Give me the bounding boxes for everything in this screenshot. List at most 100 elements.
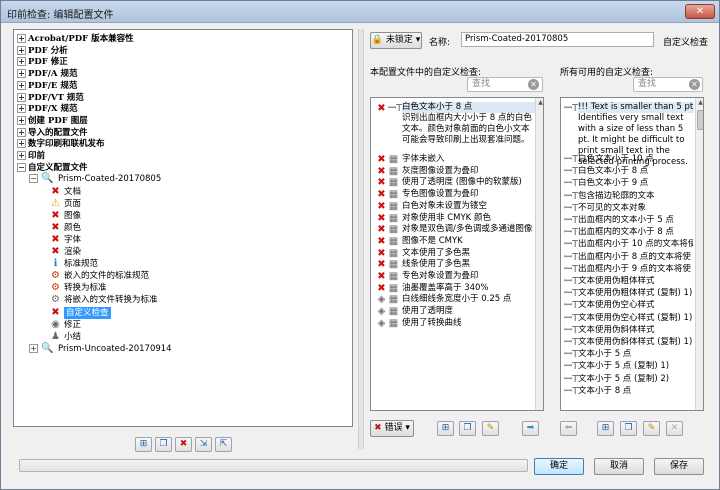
- tree-child-item[interactable]: ✖ 自定义检查: [14, 306, 344, 319]
- profile-check-item[interactable]: ✖ ▦ 油墨覆盖率高于 340%: [371, 283, 533, 294]
- available-check-item[interactable]: ꟷT 出血框内的文本小于 5 点: [561, 215, 693, 226]
- profile-check-item[interactable]: ✖ ▦ 使用了透明度 (图像中的软蒙版): [371, 177, 533, 188]
- available-check-item[interactable]: ꟷT 白色文本小于 8 点: [561, 166, 693, 177]
- tree-item[interactable]: + PDF/E 规范: [14, 80, 344, 92]
- tree-profile-uncoated[interactable]: + 🔍 Prism-Uncoated-20170914: [14, 343, 344, 355]
- profile-check-item[interactable]: ◈ ▦ 使用了转换曲线: [371, 318, 533, 329]
- profile-check-item[interactable]: ✖ ▦ 白色对象未设置为镂空: [371, 201, 533, 212]
- right-delete-button[interactable]: ✕: [666, 421, 683, 436]
- profile-check-item[interactable]: ✖ ▦ 专色图像设置为叠印: [371, 189, 533, 200]
- expand-icon[interactable]: +: [17, 115, 26, 125]
- left-add-button[interactable]: ⊞: [437, 421, 454, 436]
- expand-icon[interactable]: +: [17, 80, 26, 90]
- available-check-item[interactable]: ꟷT 文本使用伪斜体样式 (复制) 1): [561, 337, 693, 348]
- tree-duplicate-button[interactable]: ❐: [155, 437, 172, 452]
- lock-dropdown[interactable]: 🔒 未锁定 ▾: [370, 32, 422, 49]
- expand-icon[interactable]: +: [17, 57, 26, 67]
- selected-check-label[interactable]: 白色文本小于 8 点: [402, 102, 538, 113]
- tree-child-item[interactable]: ⚙ 转换为标准: [14, 282, 344, 294]
- collapse-icon[interactable]: −: [29, 174, 38, 184]
- tree-delete-button[interactable]: ✖: [175, 437, 192, 452]
- scroll-up-arrow[interactable]: ▲: [696, 98, 703, 107]
- close-button[interactable]: ✕: [685, 4, 715, 19]
- panel-splitter[interactable]: [358, 29, 364, 449]
- available-check-item[interactable]: ꟷT 文本小于 5 点 (复制) 2): [561, 374, 693, 385]
- available-check-item[interactable]: ꟷT 出血框内小于 9 点的文本将使: [561, 264, 693, 275]
- expand-icon[interactable]: +: [17, 127, 26, 137]
- available-check-item[interactable]: ꟷT 文本使用伪空心样式 (复制) 1): [561, 313, 693, 324]
- available-check-item[interactable]: ꟷT 文本小于 5 点 (复制) 1): [561, 361, 693, 372]
- profile-check-item[interactable]: ◈ ▦ 白线细线条宽度小于 0.25 点: [371, 294, 533, 305]
- tree-item[interactable]: + 数字印刷和联机发布: [14, 138, 344, 150]
- right-add-button[interactable]: ⊞: [597, 421, 614, 436]
- profile-check-item[interactable]: ✖ ▦ 对象使用非 CMYK 颜色: [371, 213, 533, 224]
- severity-dropdown[interactable]: ✖ 错误 ▾: [370, 420, 414, 437]
- expand-icon[interactable]: +: [17, 104, 26, 114]
- left-duplicate-button[interactable]: ❐: [459, 421, 476, 436]
- clear-search-icon[interactable]: ✕: [689, 79, 700, 90]
- available-check-item[interactable]: ꟷT 文本使用伪粗体样式 (复制) 1): [561, 288, 693, 299]
- expand-icon[interactable]: +: [17, 45, 26, 55]
- tree-import-button[interactable]: ⇲: [195, 437, 212, 452]
- right-edit-button[interactable]: ✎: [643, 421, 660, 436]
- tree-child-item[interactable]: ✖ 字体: [14, 234, 344, 246]
- profile-check-item[interactable]: ✖ ▦ 字体未嵌入: [371, 154, 533, 165]
- tree-add-button[interactable]: ⊞: [135, 437, 152, 452]
- available-check-item[interactable]: ꟷT 白色文本小于 10 点: [561, 154, 693, 165]
- available-check-item[interactable]: ꟷT 白色文本小于 9 点: [561, 178, 693, 189]
- available-check-item[interactable]: ꟷT 出血框内的文本小于 8 点: [561, 227, 693, 238]
- tree-item[interactable]: + PDF 分析: [14, 45, 344, 57]
- tree-export-button[interactable]: ⇱: [215, 437, 232, 452]
- cancel-button[interactable]: 取消: [594, 458, 644, 475]
- profile-check-item[interactable]: ✖ ▦ 专色对象设置为叠印: [371, 271, 533, 282]
- tree-child-item[interactable]: ⚙ 将嵌入的文件转换为标准: [14, 294, 344, 306]
- expand-icon[interactable]: +: [17, 139, 26, 149]
- expand-icon[interactable]: +: [17, 34, 26, 43]
- available-check-item[interactable]: ꟷT 文本小于 8 点: [561, 386, 693, 397]
- available-check-item[interactable]: ꟷT 包含描边轮廓的文本: [561, 191, 693, 202]
- tree-item[interactable]: + Acrobat/PDF 版本兼容性: [14, 33, 344, 45]
- tree-item[interactable]: + PDF 修正: [14, 56, 344, 68]
- clear-search-icon[interactable]: ✕: [528, 79, 539, 90]
- right-duplicate-button[interactable]: ❐: [620, 421, 637, 436]
- available-check-item[interactable]: ꟷT 文本使用伪斜体样式: [561, 325, 693, 336]
- available-checks-scrollbar[interactable]: ▲: [695, 98, 703, 410]
- available-selected-label[interactable]: !!! Text is smaller than 5 pt: [578, 102, 694, 113]
- profile-check-item[interactable]: ✖ ▦ 文本使用了多色黑: [371, 248, 533, 259]
- tree-child-item[interactable]: ✖ 图像: [14, 210, 344, 222]
- tree-item[interactable]: + PDF/X 规范: [14, 103, 344, 115]
- tree-child-item[interactable]: ◉ 修正: [14, 319, 344, 331]
- profile-check-item[interactable]: ◈ ▦ 使用了透明度: [371, 306, 533, 317]
- available-check-item[interactable]: ꟷT 文本小于 5 点: [561, 349, 693, 360]
- tree-item[interactable]: + 印前: [14, 150, 344, 162]
- left-edit-button[interactable]: ✎: [482, 421, 499, 436]
- profile-checks-scrollbar[interactable]: ▲: [535, 98, 543, 410]
- profile-check-item[interactable]: ✖ ▦ 灰度图像设置为叠印: [371, 166, 533, 177]
- tree-child-item[interactable]: ⚙ 嵌入的文件的标准规范: [14, 270, 344, 282]
- tree-child-item[interactable]: ✖ 颜色: [14, 222, 344, 234]
- tree-profile-coated[interactable]: − 🔍 Prism-Coated-20170805: [14, 173, 344, 185]
- expand-icon[interactable]: +: [17, 151, 26, 160]
- move-right-button[interactable]: ➡: [522, 421, 539, 436]
- tree-item[interactable]: + 导入的配置文件: [14, 127, 344, 139]
- tree-item[interactable]: + 创建 PDF 图层: [14, 115, 344, 127]
- profile-name-input[interactable]: Prism-Coated-20170805: [461, 32, 654, 47]
- available-check-item[interactable]: ꟷT 不可见的文本对象: [561, 203, 693, 214]
- profile-check-item[interactable]: ✖ ▦ 图像不是 CMYK: [371, 236, 533, 247]
- tree-child-item[interactable]: ✖ 渲染: [14, 246, 344, 258]
- ok-button[interactable]: 确定: [534, 458, 584, 475]
- available-check-item[interactable]: ꟷT 文本使用伪粗体样式: [561, 276, 693, 287]
- profile-check-item[interactable]: ✖ ▦ 线条使用了多色黑: [371, 259, 533, 270]
- tree-child-item[interactable]: ℹ 标准规范: [14, 258, 344, 270]
- scroll-thumb[interactable]: [697, 110, 703, 130]
- move-left-button[interactable]: ⬅: [560, 421, 577, 436]
- profile-check-item[interactable]: ✖ ▦ 对象是双色调/多色调或多通道图像: [371, 224, 533, 235]
- available-check-item[interactable]: ꟷT 出血框内小于 8 点的文本将使: [561, 252, 693, 263]
- expand-icon[interactable]: +: [29, 343, 38, 353]
- available-check-item[interactable]: ꟷT 出血框内小于 10 点的文本将使: [561, 239, 693, 250]
- tree-child-item[interactable]: ✖ 文档: [14, 186, 344, 198]
- tree-item[interactable]: + PDF/VT 规范: [14, 92, 344, 104]
- tree-item[interactable]: − 自定义配置文件: [14, 162, 344, 174]
- expand-icon[interactable]: +: [17, 92, 26, 102]
- tree-item[interactable]: + PDF/A 规范: [14, 68, 344, 80]
